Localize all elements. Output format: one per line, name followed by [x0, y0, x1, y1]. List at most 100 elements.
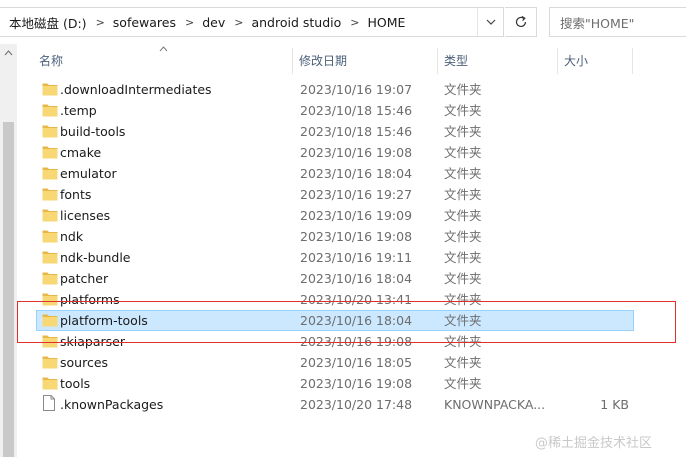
scrollbar-thumb[interactable] [3, 122, 14, 457]
breadcrumb-item[interactable]: sofewares [105, 15, 176, 30]
column-divider[interactable] [557, 48, 558, 74]
table-row[interactable]: fonts 2023/10/16 19:27 文件夹 [17, 184, 686, 205]
file-size [557, 205, 629, 226]
file-date: 2023/10/16 18:04 [300, 271, 413, 286]
file-list: .downloadIntermediates 2023/10/16 19:07 文件… [17, 79, 686, 415]
file-date: 2023/10/16 19:11 [300, 250, 413, 265]
table-row[interactable]: sources 2023/10/16 18:05 文件夹 [17, 352, 686, 373]
file-name: .downloadIntermediates [60, 82, 212, 97]
file-size [557, 268, 629, 289]
breadcrumb-separator[interactable]: > [341, 16, 359, 29]
file-name: .temp [60, 103, 97, 118]
table-row[interactable]: .downloadIntermediates 2023/10/16 19:07 文件… [17, 79, 686, 100]
column-header-size[interactable]: 大小 [564, 44, 588, 76]
folder-icon [42, 376, 58, 390]
file-type: 文件夹 [444, 355, 482, 370]
column-divider[interactable] [437, 48, 438, 74]
file-date: 2023/10/16 19:08 [300, 376, 413, 391]
table-row[interactable]: patcher 2023/10/16 18:04 文件夹 [17, 268, 686, 289]
file-type: 文件夹 [444, 250, 482, 265]
search-input[interactable]: 搜索"HOME" [549, 7, 686, 37]
file-name: cmake [60, 145, 102, 160]
file-size [557, 226, 629, 247]
file-type: KNOWNPACKA... [444, 397, 546, 412]
folder-icon [42, 271, 58, 285]
file-date: 2023/10/16 19:07 [300, 82, 413, 97]
folder-icon [42, 166, 58, 180]
file-size [557, 163, 629, 184]
file-date: 2023/10/20 17:48 [300, 397, 413, 412]
file-type: 文件夹 [444, 124, 482, 139]
table-row[interactable]: ndk 2023/10/16 19:08 文件夹 [17, 226, 686, 247]
watermark: @稀土掘金技术社区 [535, 436, 653, 451]
file-size [557, 373, 629, 394]
address-history-dropdown[interactable] [477, 8, 504, 36]
file-type: 文件夹 [444, 271, 482, 286]
address-bar[interactable]: 本地磁盘 (D:) > sofewares > dev > android studio > H… [0, 7, 504, 37]
file-date: 2023/10/16 18:05 [300, 355, 413, 370]
file-size [557, 184, 629, 205]
file-name: tools [60, 376, 91, 391]
table-row[interactable]: build-tools 2023/10/18 15:46 文件夹 [17, 121, 686, 142]
file-name: build-tools [60, 124, 126, 139]
folder-icon [42, 124, 58, 138]
file-type: 文件夹 [444, 103, 482, 118]
breadcrumb-item[interactable]: HOME [360, 15, 406, 30]
table-row[interactable]: .temp 2023/10/18 15:46 文件夹 [17, 100, 686, 121]
file-size [557, 352, 629, 373]
file-name: emulator [60, 166, 117, 181]
file-name: .knownPackages [60, 397, 164, 412]
file-name: ndk-bundle [60, 250, 131, 265]
scroll-up-arrow-icon[interactable] [4, 50, 13, 56]
sort-ascending-icon [159, 44, 168, 55]
file-type: 文件夹 [444, 187, 482, 202]
table-row[interactable]: ndk-bundle 2023/10/16 19:11 文件夹 [17, 247, 686, 268]
table-row[interactable]: tools 2023/10/16 19:08 文件夹 [17, 373, 686, 394]
folder-icon [42, 355, 58, 369]
file-type: 文件夹 [444, 376, 482, 391]
file-name: patcher [60, 271, 109, 286]
refresh-button[interactable] [505, 7, 537, 37]
column-header-date[interactable]: 修改日期 [299, 44, 347, 76]
breadcrumb-separator[interactable]: > [87, 16, 105, 29]
breadcrumb-separator[interactable]: > [176, 16, 194, 29]
file-name: fonts [60, 187, 92, 202]
column-divider[interactable] [632, 48, 633, 74]
search-placeholder: 搜索"HOME" [560, 15, 635, 31]
file-size [557, 121, 629, 142]
file-type: 文件夹 [444, 166, 482, 181]
file-size: 1 KB [600, 397, 629, 412]
chevron-down-icon [486, 19, 496, 25]
file-size [557, 79, 629, 100]
column-header-row: 名称 修改日期 类型 大小 [17, 44, 686, 76]
file-type: 文件夹 [444, 229, 482, 244]
table-row[interactable]: emulator 2023/10/16 18:04 文件夹 [17, 163, 686, 184]
file-name: sources [60, 355, 109, 370]
file-type: 文件夹 [444, 208, 482, 223]
refresh-icon [515, 15, 526, 28]
vertical-scrollbar[interactable] [0, 44, 17, 457]
folder-icon [42, 208, 58, 222]
highlight-annotation [17, 301, 676, 343]
breadcrumb-item[interactable]: 本地磁盘 (D:) [0, 13, 87, 32]
table-row[interactable]: licenses 2023/10/16 19:09 文件夹 [17, 205, 686, 226]
column-divider[interactable] [292, 48, 293, 74]
file-size [557, 247, 629, 268]
breadcrumb-separator[interactable]: > [225, 16, 243, 29]
column-header-name[interactable]: 名称 [39, 44, 63, 76]
file-name: ndk [60, 229, 84, 244]
file-date: 2023/10/16 19:08 [300, 229, 413, 244]
folder-icon [42, 229, 58, 243]
table-row[interactable]: cmake 2023/10/16 19:08 文件夹 [17, 142, 686, 163]
file-type: 文件夹 [444, 82, 482, 97]
file-date: 2023/10/16 18:04 [300, 166, 413, 181]
file-date: 2023/10/16 19:08 [300, 145, 413, 160]
breadcrumb-item[interactable]: dev [194, 15, 225, 30]
folder-icon [42, 82, 58, 96]
breadcrumb-item[interactable]: android studio [243, 15, 341, 30]
folder-icon [42, 250, 58, 264]
column-header-type[interactable]: 类型 [444, 44, 468, 76]
folder-icon [42, 145, 58, 159]
folder-icon [42, 187, 58, 201]
table-row[interactable]: .knownPackages 2023/10/20 17:48 KNOWNPACKA… [17, 394, 686, 415]
